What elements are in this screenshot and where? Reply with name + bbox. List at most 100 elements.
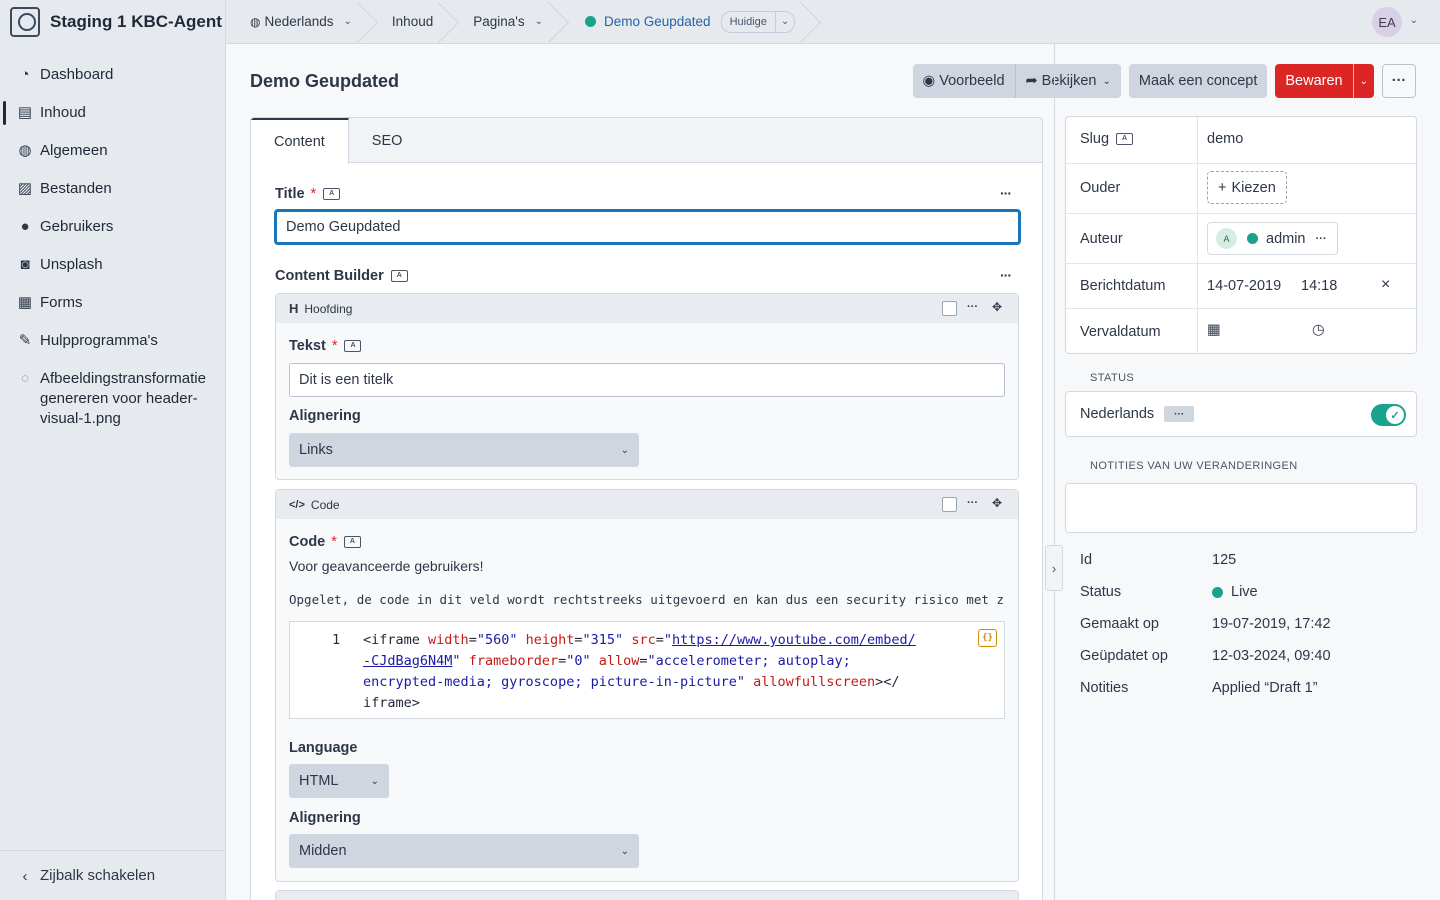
panel-divider	[1054, 44, 1055, 900]
clear-date-icon[interactable]: ×	[1381, 276, 1390, 294]
drag-handle-icon[interactable]: ✥	[992, 496, 1002, 510]
choose-parent-button[interactable]: + Kiezen	[1207, 171, 1287, 204]
avatar[interactable]: EA	[1372, 7, 1402, 37]
sidebar-item-inhoud[interactable]: ▤ Inhoud	[0, 94, 225, 132]
chevron-down-icon: ⌄	[370, 775, 379, 787]
next-block-header[interactable]	[276, 891, 1018, 900]
block-select-checkbox[interactable]	[942, 497, 957, 512]
ellipsis-icon[interactable]: ···	[1164, 406, 1195, 422]
eye-icon: ◉	[922, 73, 936, 89]
chevron-down-icon[interactable]: ⌄	[1410, 15, 1418, 26]
builder-options[interactable]: ···	[1000, 267, 1012, 283]
required-icon: *	[331, 338, 338, 354]
text-input[interactable]: Dit is een titelk	[289, 363, 1005, 397]
block-options-icon[interactable]: ···	[967, 497, 978, 509]
plus-icon: +	[1218, 179, 1227, 196]
code-editor[interactable]: 1 <iframe width="560" height="315" src="…	[289, 621, 1005, 719]
notes-section-label: NOTITIES VAN UW VERANDERINGEN	[1090, 460, 1298, 472]
status-site: Nederlands ···	[1080, 406, 1195, 422]
sidebar-nav: ◔ Dashboard ▤ Inhoud ◍ Algemeen ▨ Bestan…	[0, 56, 225, 436]
status-dot	[584, 16, 596, 27]
slug-value[interactable]: demo	[1207, 131, 1243, 147]
content-icon: ▤	[17, 104, 33, 121]
tab-seo[interactable]: SEO	[349, 118, 426, 163]
status-dot	[1247, 233, 1258, 244]
ellipsis-icon[interactable]: ···	[1316, 233, 1327, 245]
ellipsis-icon: ···	[1391, 73, 1407, 89]
slug-label: Slug A	[1080, 131, 1134, 147]
status-section-label: STATUS	[1090, 372, 1135, 384]
format-code-icon[interactable]: {}	[978, 629, 997, 647]
time-value[interactable]: 14:18	[1301, 278, 1337, 294]
chevron-down-icon: ⌄	[1359, 75, 1368, 87]
collapse-panel-button[interactable]: ›	[1045, 545, 1063, 591]
sidebar-toggle[interactable]: ‹ Zijbalk schakelen	[0, 850, 225, 900]
breadcrumb-collection[interactable]: Pagina's ⌄	[449, 0, 559, 44]
sidebar-item-dashboard[interactable]: ◔ Dashboard	[0, 56, 225, 94]
drag-handle-icon[interactable]: ✥	[992, 300, 1002, 314]
dashboard-icon: ◔	[20, 65, 30, 83]
code-warning: Opgelet, de code in dit veld wordt recht…	[289, 592, 1005, 607]
brand[interactable]: Staging 1 KBC-Agent	[0, 0, 225, 44]
translate-icon: A	[323, 188, 341, 200]
sidebar-item-hulpprogrammas[interactable]: ✎ Hulpprogramma's	[0, 322, 225, 360]
heading-block: H Hoofding ··· ✥ Tekst * A Dit is een ti…	[275, 293, 1019, 480]
version-badge[interactable]: Huidige ⌄	[720, 10, 796, 33]
align-select[interactable]: Links ⌄	[289, 433, 639, 467]
page-title: Demo Geupdated	[250, 71, 400, 91]
sidebar-item-transform-job[interactable]: ○ Afbeeldingstransformatie genereren voo…	[0, 360, 225, 436]
parent-label: Ouder	[1080, 180, 1121, 196]
draft-button[interactable]: Maak een concept	[1128, 64, 1268, 98]
code-align-select[interactable]: Midden ⌄	[289, 834, 639, 868]
save-button[interactable]: Bewaren	[1275, 64, 1353, 98]
calendar-icon[interactable]: ▦	[1207, 322, 1221, 338]
expiry-label: Vervaldatum	[1080, 324, 1161, 340]
block-select-checkbox[interactable]	[942, 301, 957, 316]
sidebar-item-forms[interactable]: ▦ Forms	[0, 284, 225, 322]
translate-icon: A	[344, 340, 362, 352]
toolbar: ◉ Voorbeeld ➦ Bekijken ⌄ Maak een concep…	[912, 64, 1416, 98]
save-group: Bewaren ⌄	[1275, 64, 1374, 98]
sidebar-item-algemeen[interactable]: ◍ Algemeen	[0, 132, 225, 170]
line-number: 1	[332, 632, 341, 648]
published-toggle[interactable]	[1371, 404, 1406, 426]
language-field-label: Language	[289, 740, 358, 756]
info-value-id: 125	[1212, 552, 1237, 568]
code-content[interactable]: <iframe width="560" height="315" src="ht…	[363, 630, 953, 714]
users-icon: ●	[20, 217, 30, 235]
date-value[interactable]: 14-07-2019	[1207, 278, 1281, 294]
info-key-updated: Geüpdatet op	[1080, 648, 1168, 664]
save-options-button[interactable]: ⌄	[1352, 64, 1374, 98]
clock-icon[interactable]: ◷	[1312, 322, 1325, 338]
chevron-down-icon: ⌄	[1102, 75, 1111, 87]
sidebar-item-unsplash[interactable]: ◙ Unsplash	[0, 246, 225, 284]
tab-content[interactable]: Content	[251, 118, 349, 164]
breadcrumb-site[interactable]: ◍ Nederlands ⌄	[226, 0, 368, 44]
heading-icon: H	[289, 301, 299, 316]
code-align-field-label: Alignering	[289, 810, 361, 826]
info-key-created: Gemaakt op	[1080, 616, 1159, 632]
more-actions-button[interactable]: ···	[1382, 64, 1416, 98]
avatar: A	[1216, 228, 1237, 249]
sidebar-item-bestanden[interactable]: ▨ Bestanden	[0, 170, 225, 208]
language-select[interactable]: HTML ⌄	[289, 764, 389, 798]
sidebar-item-gebruikers[interactable]: ● Gebruikers	[0, 208, 225, 246]
sidebar-toggle-label: Zijbalk schakelen	[40, 867, 156, 884]
block-options-icon[interactable]: ···	[967, 301, 978, 313]
preview-button[interactable]: ◉ Voorbeeld	[912, 64, 1015, 98]
preview-group: ◉ Voorbeeld ➦ Bekijken ⌄	[912, 64, 1121, 98]
title-input[interactable]: Demo Geupdated	[274, 209, 1021, 245]
share-icon: ➦	[1025, 73, 1038, 89]
breadcrumb-entry[interactable]: Demo Geupdated Huidige ⌄	[559, 0, 811, 44]
camera-icon: ◙	[20, 255, 30, 273]
notes-input[interactable]	[1065, 483, 1417, 533]
author-chip[interactable]: A admin ···	[1207, 222, 1338, 255]
breadcrumb-section[interactable]: Inhoud	[368, 0, 449, 44]
required-icon: *	[331, 534, 337, 550]
code-block-header[interactable]: </> Code ··· ✥	[276, 490, 1018, 519]
title-field-options[interactable]: ···	[1000, 185, 1012, 201]
view-button[interactable]: ➦ Bekijken ⌄	[1014, 64, 1121, 98]
chevron-left-icon: ‹	[22, 868, 28, 885]
heading-block-header[interactable]: H Hoofding ··· ✥	[276, 294, 1018, 323]
code-icon: </>	[289, 498, 305, 511]
